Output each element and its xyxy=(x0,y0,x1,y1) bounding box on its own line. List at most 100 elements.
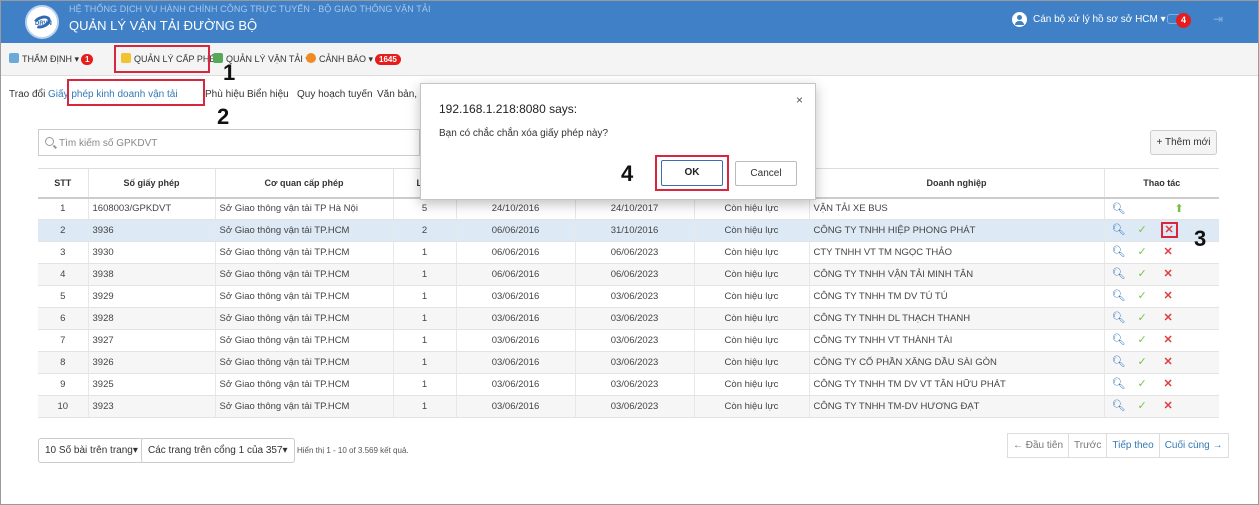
delete-icon[interactable]: ✕ xyxy=(1164,400,1173,412)
close-icon[interactable]: × xyxy=(796,93,803,107)
add-new-button[interactable]: + Thêm mới xyxy=(1150,130,1217,155)
stt-cell: 9 xyxy=(38,373,88,396)
license-number-link[interactable]: 1608003/GPKDVT xyxy=(87,197,215,220)
delete-icon[interactable]: ✕ xyxy=(1164,378,1173,390)
header-doanh-nghiep[interactable]: Doanh nghiệp xyxy=(808,168,1104,199)
first-page-button[interactable]: ← Đầu tiên xyxy=(1007,433,1070,458)
delete-icon[interactable]: ✕ xyxy=(1164,356,1173,368)
view-document-icon[interactable]: 🔍︎ xyxy=(1112,268,1126,280)
license-number-link[interactable]: 3927 xyxy=(87,329,215,352)
user-menu[interactable]: Cán bộ xử lý hồ sơ sở HCM ▾ xyxy=(1033,14,1166,25)
table-row[interactable]: 6 3928 Sở Giao thông vận tải TP.HCM 1 03/06/… xyxy=(38,307,1219,330)
menu-tham-dinh[interactable]: THẨM ĐỊNH ▾ 1 xyxy=(9,53,94,65)
license-number-link[interactable]: 3938 xyxy=(87,263,215,286)
tab-trao-doi[interactable]: Trao đổi xyxy=(9,89,45,100)
menu-canh-bao[interactable]: CẢNH BÁO ▾ 1645 xyxy=(306,53,401,65)
expiry-date-cell: 03/06/2023 xyxy=(574,373,694,396)
license-number-link[interactable]: 3928 xyxy=(87,307,215,330)
stt-cell: 4 xyxy=(38,263,88,286)
delete-icon[interactable]: ✕ xyxy=(1164,312,1173,324)
edit-icon[interactable]: ✓ xyxy=(1138,378,1147,390)
table-row[interactable]: 2 3936 Sở Giao thông vận tải TP.HCM 2 06/06/… xyxy=(38,219,1219,242)
dialog-message: Bạn có chắc chắn xóa giấy phép này? xyxy=(439,128,609,139)
status-cell: Còn hiệu lực xyxy=(693,263,809,286)
table-row[interactable]: 5 3929 Sở Giao thông vận tải TP.HCM 1 03/06/… xyxy=(38,285,1219,308)
license-number-link[interactable]: 3925 xyxy=(87,373,215,396)
edit-icon[interactable]: ✓ xyxy=(1138,356,1147,368)
table-row[interactable]: 1 1608003/GPKDVT Sở Giao thông vận tải TP … xyxy=(38,197,1219,220)
delete-icon[interactable]: ✕ xyxy=(1160,222,1178,238)
expiry-date-cell: 24/10/2017 xyxy=(574,197,694,220)
header-so-giay-phep[interactable]: Số giấy phép xyxy=(87,168,215,199)
tab-phu-hieu[interactable]: Phù hiệu xyxy=(205,89,244,100)
view-document-icon[interactable]: 🔍︎ xyxy=(1112,246,1126,258)
issue-count-cell: 1 xyxy=(392,307,456,330)
license-number-link[interactable]: 3930 xyxy=(87,241,215,264)
upload-icon[interactable]: ⬆ xyxy=(1175,203,1184,215)
actions-cell: 🔍︎ ✓ ✕ xyxy=(1103,329,1219,352)
page-select[interactable]: Các trang trên cổng 1 của 357▾ xyxy=(141,438,295,463)
edit-icon[interactable]: ✓ xyxy=(1138,268,1147,280)
header-co-quan[interactable]: Cơ quan cấp phép xyxy=(214,168,393,199)
header-stt[interactable]: STT xyxy=(38,168,88,199)
table-row[interactable]: 3 3930 Sở Giao thông vận tải TP.HCM 1 06/06/… xyxy=(38,241,1219,264)
table-row[interactable]: 8 3926 Sở Giao thông vận tải TP.HCM 1 03/06/… xyxy=(38,351,1219,374)
actions-cell: 🔍︎ ⬆ xyxy=(1103,197,1219,220)
company-cell: CÔNG TY TNHH TM DV VT TÂN HỮU PHÁT xyxy=(808,373,1104,396)
tab-quy-hoach-tuyen[interactable]: Quy hoạch tuyến xyxy=(297,89,373,100)
delete-icon[interactable]: ✕ xyxy=(1164,268,1173,280)
status-cell: Còn hiệu lực xyxy=(693,197,809,220)
view-document-icon[interactable]: 🔍︎ xyxy=(1112,290,1126,302)
license-number-link[interactable]: 3926 xyxy=(87,351,215,374)
tab-bien-hieu[interactable]: Biển hiệu xyxy=(247,89,289,100)
prev-page-button[interactable]: Trước xyxy=(1068,433,1108,458)
license-number-link[interactable]: 3929 xyxy=(87,285,215,308)
logout-icon[interactable]: ⇥ xyxy=(1213,13,1226,26)
table-row[interactable]: 10 3923 Sở Giao thông vận tải TP.HCM 1 03/06… xyxy=(38,395,1219,418)
user-icon[interactable] xyxy=(1012,12,1027,27)
dialog-title: 192.168.1.218:8080 says: xyxy=(439,102,578,116)
table-row[interactable]: 7 3927 Sở Giao thông vận tải TP.HCM 1 03/06/… xyxy=(38,329,1219,352)
license-number-link[interactable]: 3923 xyxy=(87,395,215,418)
delete-icon[interactable]: ✕ xyxy=(1164,246,1173,258)
per-page-select[interactable]: 10 Số bài trên trang▾ xyxy=(38,438,145,463)
issuer-cell: Sở Giao thông vận tải TP.HCM xyxy=(214,329,393,352)
delete-icon[interactable]: ✕ xyxy=(1164,290,1173,302)
delete-icon[interactable]: ✕ xyxy=(1164,334,1173,346)
edit-icon[interactable]: ✓ xyxy=(1138,334,1147,346)
edit-icon[interactable]: ✓ xyxy=(1138,312,1147,324)
tab-van-ban[interactable]: Văn bản, ( xyxy=(377,89,423,100)
issue-date-cell: 06/06/2016 xyxy=(455,263,575,286)
view-document-icon[interactable]: 🔍︎ xyxy=(1112,356,1126,368)
notification-badge[interactable]: 4 xyxy=(1176,13,1191,28)
issue-date-cell: 03/06/2016 xyxy=(455,351,575,374)
issuer-cell: Sở Giao thông vận tải TP.HCM xyxy=(214,219,393,242)
status-cell: Còn hiệu lực xyxy=(693,395,809,418)
annotation-2: 2 xyxy=(217,104,230,129)
highlight-box-menu xyxy=(114,45,210,73)
company-cell: CÔNG TY CỔ PHẦN XĂNG DẦU SÀI GÒN xyxy=(808,351,1104,374)
view-document-icon[interactable]: 🔍︎ xyxy=(1112,203,1126,215)
edit-icon[interactable]: ✓ xyxy=(1138,246,1147,258)
table-row[interactable]: 9 3925 Sở Giao thông vận tải TP.HCM 1 03/06/… xyxy=(38,373,1219,396)
license-number-link[interactable]: 3936 xyxy=(87,219,215,242)
expiry-date-cell: 06/06/2023 xyxy=(574,241,694,264)
edit-icon[interactable]: ✓ xyxy=(1138,224,1147,236)
header-subtitle: HỆ THỐNG DỊCH VỤ HÀNH CHÍNH CÔNG TRỰC TU… xyxy=(69,4,431,14)
last-page-button[interactable]: Cuối cùng → xyxy=(1158,433,1229,458)
view-document-icon[interactable]: 🔍︎ xyxy=(1112,224,1126,236)
search-input[interactable] xyxy=(59,134,409,152)
table-row[interactable]: 4 3938 Sở Giao thông vận tải TP.HCM 1 06/06/… xyxy=(38,263,1219,286)
edit-icon[interactable]: ✓ xyxy=(1138,290,1147,302)
view-document-icon[interactable]: 🔍︎ xyxy=(1112,334,1126,346)
edit-icon[interactable]: ✓ xyxy=(1138,400,1147,412)
ministry-logo-icon[interactable]: DRVN xyxy=(25,5,59,39)
view-document-icon[interactable]: 🔍︎ xyxy=(1112,400,1126,412)
view-document-icon[interactable]: 🔍︎ xyxy=(1112,378,1126,390)
company-cell: CÔNG TY TNHH DL THẠCH THANH xyxy=(808,307,1104,330)
status-cell: Còn hiệu lực xyxy=(693,285,809,308)
view-document-icon[interactable]: 🔍︎ xyxy=(1112,312,1126,324)
next-page-button[interactable]: Tiếp theo xyxy=(1106,433,1160,458)
table-body: 1 1608003/GPKDVT Sở Giao thông vận tải TP … xyxy=(38,197,1219,418)
cancel-button[interactable]: Cancel xyxy=(735,161,797,186)
